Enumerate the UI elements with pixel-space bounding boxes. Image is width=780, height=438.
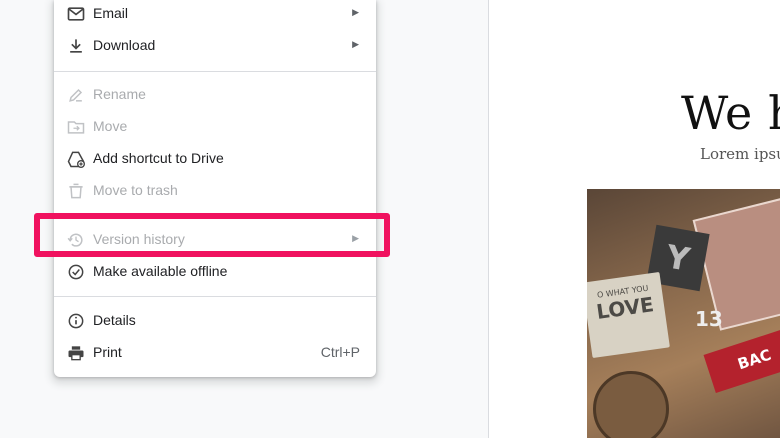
menu-item-label: Download [93,37,156,53]
menu-item-print[interactable]: Print Ctrl+P [54,337,376,369]
menu-item-rename[interactable]: Rename [54,79,376,111]
menu-item-label: Move [93,118,128,134]
print-icon [68,346,84,361]
image-card: O WHAT YOU LOVE [587,271,670,359]
menu-item-label: Print [93,344,122,360]
document-canvas: We h Lorem ipsu Y O WHAT YOU LOVE 13 BAC [488,0,780,438]
trash-icon [69,183,83,199]
menu-item-label: Rename [93,86,146,102]
document-image: Y O WHAT YOU LOVE 13 BAC [587,189,780,438]
menu-item-email[interactable]: Email ▶ [54,0,376,30]
version-history-highlight [34,213,390,257]
info-icon [68,313,84,329]
menu-divider [54,71,376,72]
print-shortcut: Ctrl+P [320,344,360,360]
submenu-arrow-icon: ▶ [352,39,359,49]
image-pennant: BAC [703,320,780,394]
image-number: 13 [695,307,723,331]
menu-item-add-shortcut[interactable]: Add shortcut to Drive [54,143,376,175]
menu-item-download[interactable]: Download ▶ [54,30,376,62]
menu-item-label: Make available offline [93,263,228,279]
menu-divider [54,296,376,297]
move-icon [67,121,85,134]
menu-item-move-to-trash[interactable]: Move to trash [54,175,376,207]
menu-item-label: Add shortcut to Drive [93,150,224,166]
menu-item-details[interactable]: Details [54,305,376,337]
document-heading: We h [681,86,780,140]
menu-item-label: Details [93,312,136,328]
email-icon [67,7,85,21]
menu-item-label: Email [93,5,129,21]
file-menu: Email ▶ Download ▶ Rename Move Add short… [54,0,376,377]
image-seal [593,371,669,438]
menu-item-move[interactable]: Move [54,111,376,143]
menu-item-label: Move to trash [93,182,178,198]
document-subtitle: Lorem ipsu [700,145,780,163]
add-shortcut-icon [67,151,85,168]
rename-icon [69,88,83,102]
download-icon [70,39,82,53]
offline-icon [68,264,84,280]
submenu-arrow-icon: ▶ [352,7,359,17]
menu-item-make-available-offline[interactable]: Make available offline [54,256,376,288]
